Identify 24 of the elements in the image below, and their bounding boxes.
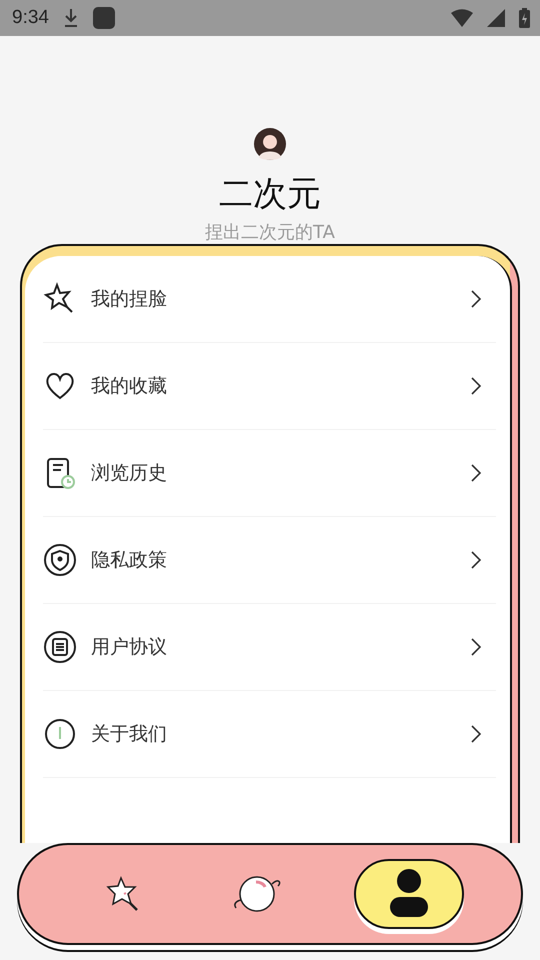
info-icon	[43, 717, 77, 751]
menu-item[interactable]: 用户协议	[43, 604, 496, 691]
chevron-icon	[470, 376, 482, 396]
chevron-icon	[470, 637, 482, 657]
menu-item[interactable]: 我的收藏	[43, 343, 496, 430]
person-icon	[389, 868, 429, 920]
app-icon	[92, 7, 115, 29]
chevron-icon	[470, 550, 482, 570]
signal-icon	[487, 9, 505, 27]
download-icon	[62, 8, 79, 28]
profile-subtitle: 捏出二次元的TA	[205, 221, 335, 244]
document-icon	[43, 630, 77, 664]
chevron-icon	[470, 463, 482, 483]
profile-name: 二次元	[219, 174, 321, 214]
status-time: 9:34	[12, 7, 49, 29]
shield-icon	[43, 543, 77, 577]
chevron-icon	[470, 724, 482, 744]
chevron-icon	[470, 289, 482, 309]
wifi-icon	[451, 9, 473, 27]
menu-item[interactable]: 我的捏脸	[43, 256, 496, 343]
menu-item[interactable]: 隐私政策	[43, 517, 496, 604]
battery-icon	[519, 8, 530, 28]
menu-item[interactable]: 关于我们	[43, 691, 496, 778]
menu-item[interactable]: 浏览历史	[43, 430, 496, 517]
